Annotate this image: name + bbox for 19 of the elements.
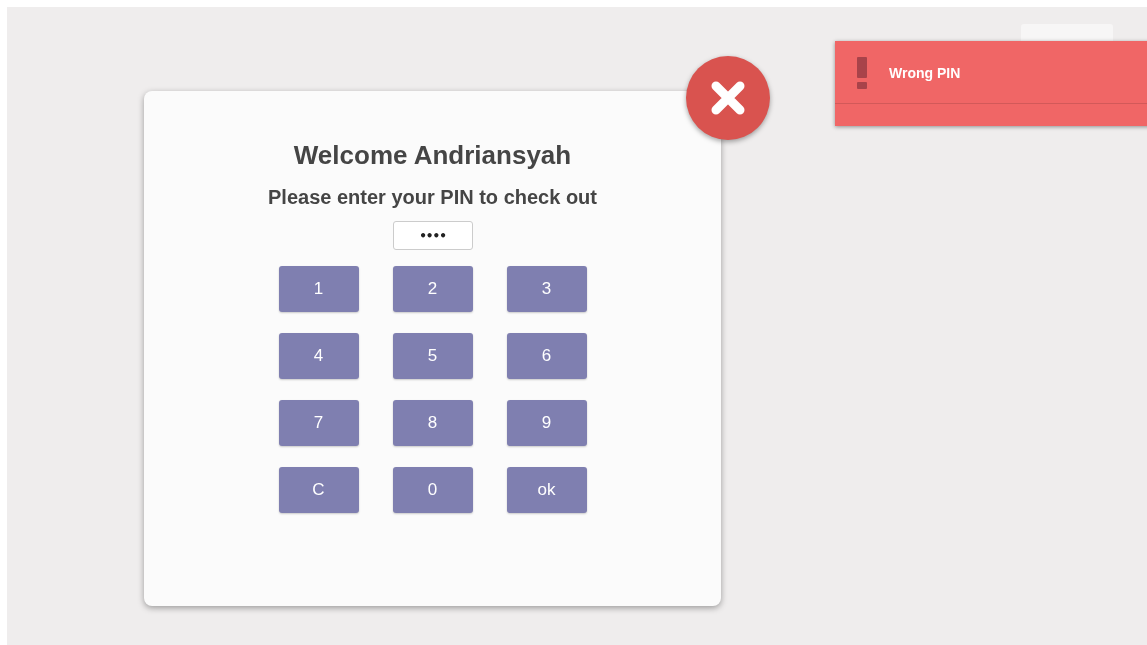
keypad-key[interactable]: 1 — [278, 266, 359, 312]
keypad-key[interactable]: 0 — [392, 467, 473, 513]
keypad-key[interactable]: 9 — [506, 400, 587, 446]
pin-prompt: Please enter your PIN to check out — [268, 185, 597, 209]
keypad-key[interactable]: 8 — [392, 400, 473, 446]
close-icon — [710, 80, 746, 116]
keypad-key[interactable]: 6 — [506, 333, 587, 379]
toast-message: Wrong PIN — [889, 64, 961, 81]
keypad-key[interactable]: 2 — [392, 266, 473, 312]
pin-field[interactable]: •••• — [392, 221, 473, 250]
keypad-key[interactable]: 3 — [506, 266, 587, 312]
keypad-key[interactable]: ok — [506, 467, 587, 513]
keypad-key[interactable]: 7 — [278, 400, 359, 446]
keypad-key[interactable]: 5 — [392, 333, 473, 379]
exclamation-icon — [857, 56, 867, 89]
keypad-key[interactable]: 4 — [278, 333, 359, 379]
keypad-key[interactable]: C — [278, 467, 359, 513]
welcome-title: Welcome Andriansyah — [293, 139, 572, 171]
close-button[interactable] — [686, 56, 770, 140]
